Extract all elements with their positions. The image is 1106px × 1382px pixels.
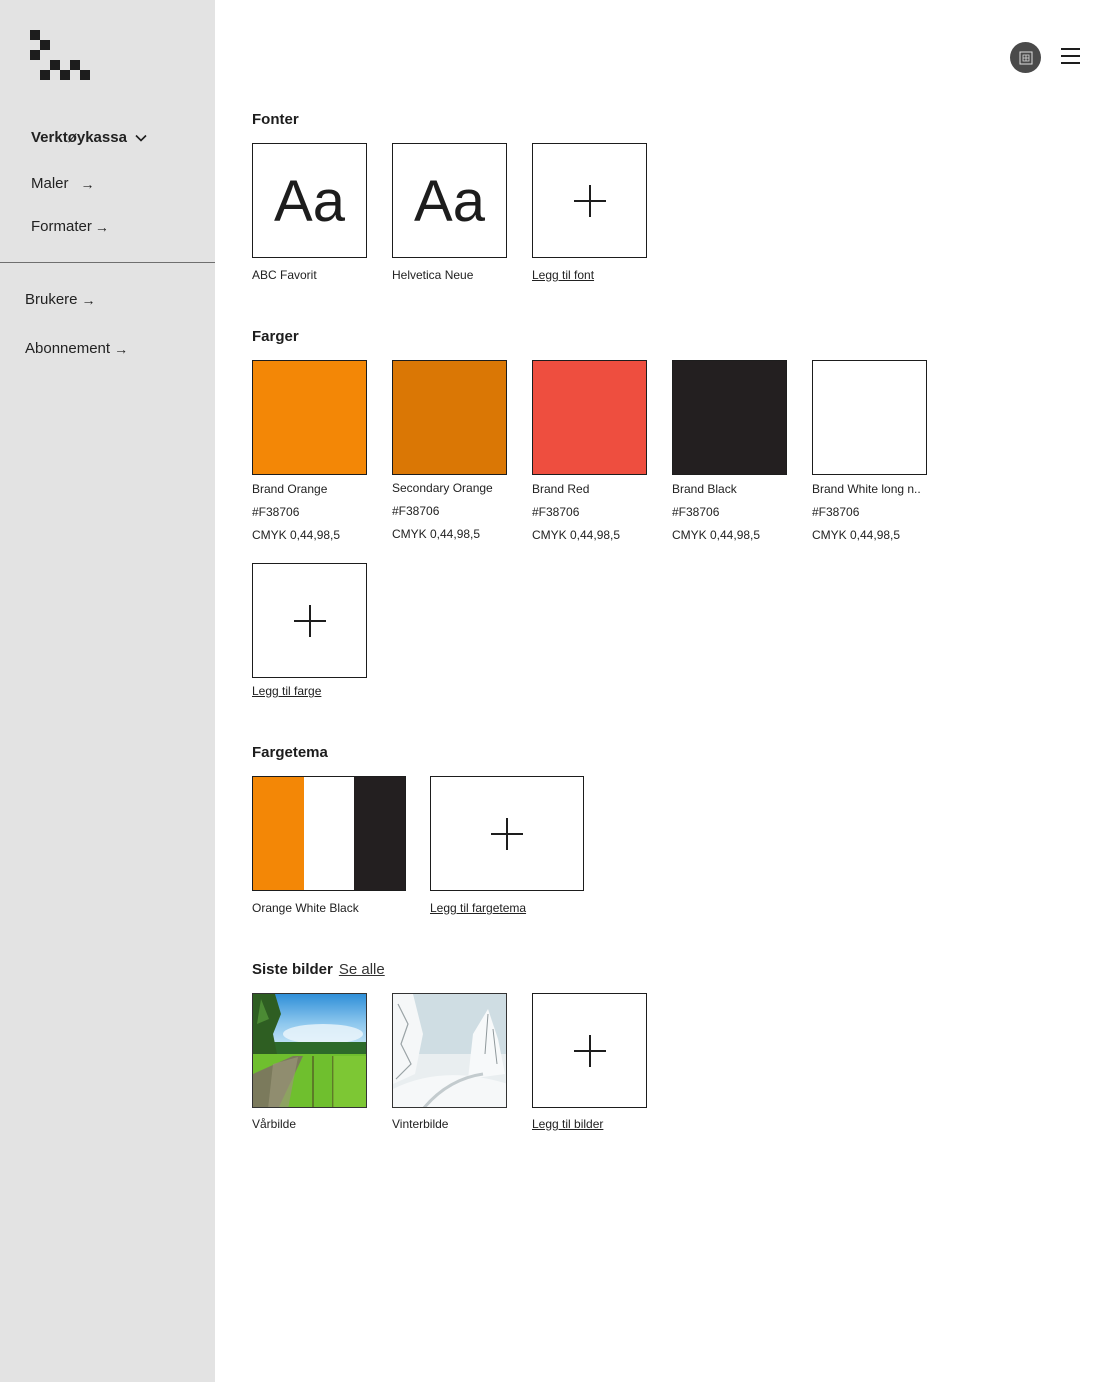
color-cmyk: CMYK 0,44,98,5: [252, 528, 341, 542]
image-name: Vinterbilde: [392, 1117, 449, 1131]
color-swatch-card[interactable]: [392, 360, 507, 475]
sidebar-item-brukere[interactable]: Brukere →: [25, 291, 96, 308]
color-cmyk: CMYK 0,44,98,5: [812, 528, 901, 542]
sidebar-item-abonnement[interactable]: Abonnement →: [25, 340, 128, 357]
sidebar-item-formater[interactable]: Formater →: [31, 218, 109, 235]
color-name: Brand Red: [532, 482, 590, 496]
color-name: Brand Orange: [252, 482, 328, 496]
color-theme-card[interactable]: [252, 776, 406, 891]
theme-name: Orange White Black: [252, 901, 359, 915]
see-all-link[interactable]: Se alle: [339, 961, 385, 978]
sidebar-item-label: Brukere: [25, 291, 78, 308]
add-font-button[interactable]: [532, 143, 647, 258]
user-avatar-icon: [1019, 51, 1032, 64]
image-thumbnail-spring[interactable]: [252, 993, 367, 1108]
color-swatch-card[interactable]: [812, 360, 927, 475]
color-swatch: [533, 361, 646, 474]
color-swatch-card[interactable]: [252, 360, 367, 475]
plus-icon: [491, 817, 523, 850]
sidebar-item-maler[interactable]: Maler →: [31, 175, 95, 192]
sidebar: Verktøykassa Maler → Formater → Brukere …: [0, 0, 215, 1382]
color-hex: #F38706: [672, 505, 720, 519]
color-cmyk: CMYK 0,44,98,5: [532, 528, 621, 542]
add-image-link[interactable]: Legg til bilder: [532, 1117, 603, 1131]
arrow-right-icon: →: [81, 291, 96, 308]
add-font-link[interactable]: Legg til font: [532, 268, 594, 282]
add-theme-link[interactable]: Legg til fargetema: [430, 901, 526, 915]
winter-landscape-image: [393, 994, 506, 1107]
sidebar-item-label: Formater: [31, 218, 92, 235]
plus-icon: [573, 184, 606, 217]
hamburger-menu-icon[interactable]: [1061, 48, 1080, 67]
add-color-link[interactable]: Legg til farge: [252, 684, 321, 698]
font-sample: Aa: [414, 169, 485, 234]
plus-icon: [293, 604, 326, 637]
section-title-images: Siste bilder Se alle: [252, 961, 385, 978]
section-title-fonts: Fonter: [252, 111, 299, 128]
color-swatch: [393, 361, 506, 474]
theme-swatch: [354, 777, 405, 890]
color-swatch: [673, 361, 786, 474]
font-card[interactable]: Aa: [252, 143, 367, 258]
color-hex: #F38706: [252, 505, 300, 519]
color-name: Brand White long n..: [812, 482, 921, 496]
color-cmyk: CMYK 0,44,98,5: [392, 527, 481, 541]
user-avatar-button[interactable]: [1010, 42, 1041, 73]
section-title-themes: Fargetema: [252, 744, 328, 761]
sidebar-divider: [0, 262, 215, 263]
color-swatch: [253, 361, 366, 474]
plus-icon: [573, 1034, 606, 1067]
color-swatch: [813, 361, 926, 474]
section-title-colors: Farger: [252, 328, 299, 345]
section-title-label: Siste bilder: [252, 961, 333, 978]
add-color-button[interactable]: [252, 563, 367, 678]
arrow-right-icon: →: [94, 218, 109, 235]
add-image-button[interactable]: [532, 993, 647, 1108]
spring-landscape-image: [253, 994, 366, 1107]
checker-logo-icon[interactable]: [30, 30, 90, 80]
color-name: Brand Black: [672, 482, 737, 496]
font-name: Helvetica Neue: [392, 268, 474, 282]
arrow-right-icon: →: [114, 340, 129, 357]
sidebar-item-label: Maler: [31, 175, 69, 192]
color-hex: #F38706: [532, 505, 580, 519]
sidebar-item-label: Abonnement: [25, 340, 111, 357]
image-name: Vårbilde: [252, 1117, 297, 1131]
sidebar-item-verktoykassa[interactable]: Verktøykassa: [31, 129, 147, 146]
chevron-down-icon: [135, 134, 147, 142]
color-name: Secondary Orange: [392, 481, 493, 495]
theme-swatch: [253, 777, 304, 890]
color-swatch-card[interactable]: [672, 360, 787, 475]
color-cmyk: CMYK 0,44,98,5: [672, 528, 761, 542]
color-swatch-card[interactable]: [532, 360, 647, 475]
add-theme-button[interactable]: [430, 776, 584, 891]
arrow-right-icon: →: [80, 175, 95, 192]
font-name: ABC Favorit: [252, 268, 317, 282]
font-card[interactable]: Aa: [392, 143, 507, 258]
color-hex: #F38706: [392, 504, 440, 518]
sidebar-item-label: Verktøykassa: [31, 129, 127, 146]
color-hex: #F38706: [812, 505, 860, 519]
image-thumbnail-winter[interactable]: [392, 993, 507, 1108]
theme-swatch: [303, 777, 355, 890]
font-sample: Aa: [274, 169, 345, 234]
